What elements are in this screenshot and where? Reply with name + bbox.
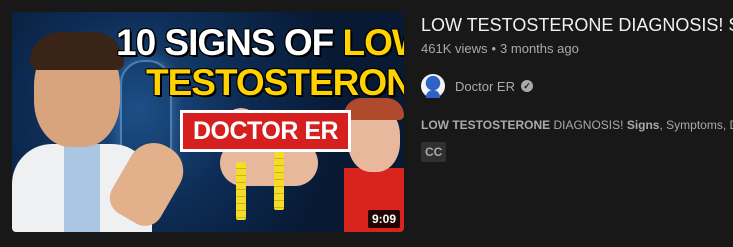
upload-age: 3 months ago xyxy=(500,41,579,56)
channel-avatar[interactable] xyxy=(421,74,445,98)
video-description-snippet: LOW TESTOSTERONE DIAGNOSIS! Signs, Sympt… xyxy=(421,116,733,134)
closed-captions-badge: CC xyxy=(421,142,447,162)
separator-dot: • xyxy=(491,41,497,56)
channel-name-link[interactable]: Doctor ER xyxy=(455,79,515,94)
thumbnail-title-yellow: LOW xyxy=(342,22,404,63)
thumbnail-title-white: 10 SIGNS OF xyxy=(116,22,343,63)
verified-check-icon: ✓ xyxy=(520,80,533,92)
video-stats: 461K views • 3 months ago xyxy=(421,40,733,58)
view-count: 461K views xyxy=(421,41,488,56)
duration-badge: 9:09 xyxy=(367,210,400,228)
description-text-2: , Symptoms, Diagnosis & Treatment xyxy=(659,118,733,132)
description-text-1: DIAGNOSIS! xyxy=(550,118,627,132)
measuring-tape-graphic xyxy=(274,152,284,210)
channel-row: Doctor ER ✓ xyxy=(421,74,733,98)
thumbnail-title-line-2: TESTOSTERONE xyxy=(146,62,404,103)
measuring-tape-graphic xyxy=(236,162,246,220)
description-bold-1: LOW TESTOSTERONE xyxy=(421,118,551,132)
description-bold-2: Signs xyxy=(626,118,660,132)
thumbnail-title-line-1: 10 SIGNS OF LOW xyxy=(116,24,404,61)
video-title-link[interactable]: LOW TESTOSTERONE DIAGNOSIS! Signs, Sympt… xyxy=(421,12,733,38)
video-metadata: LOW TESTOSTERONE DIAGNOSIS! Signs, Sympt… xyxy=(421,12,733,162)
video-thumbnail[interactable]: 10 SIGNS OF LOW TESTOSTERONE DOCTOR ER 9… xyxy=(12,12,404,232)
thumbnail-channel-badge: DOCTOR ER xyxy=(180,110,352,152)
